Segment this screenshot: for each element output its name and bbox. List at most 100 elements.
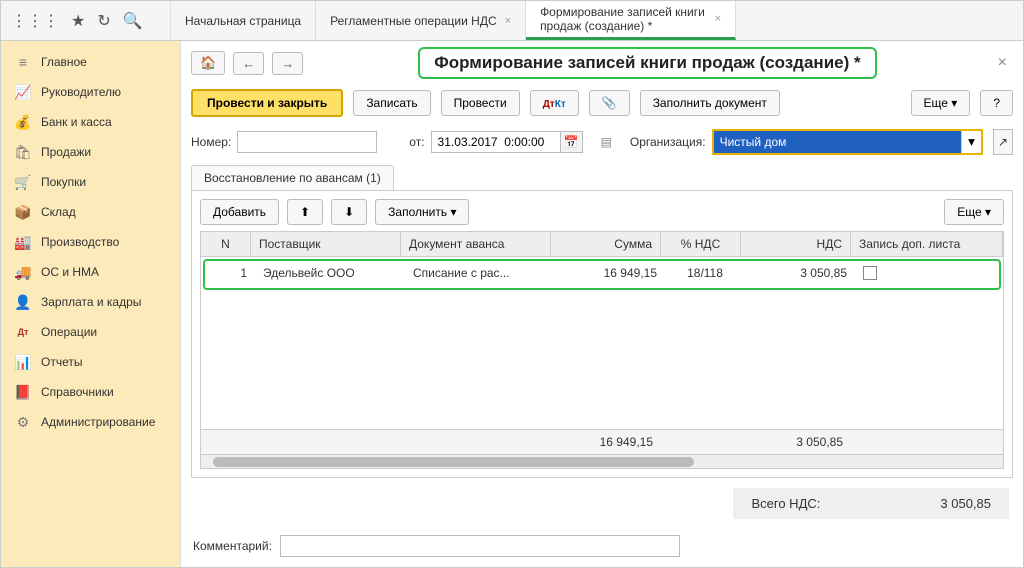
tab-sales-book[interactable]: Формирование записей книги продаж (созда…	[526, 1, 736, 40]
sidebar-item-label: Администрирование	[41, 415, 155, 429]
sidebar-item-sales[interactable]: 🛍Продажи	[1, 137, 180, 167]
chevron-down-icon: ▾	[985, 205, 991, 219]
col-header-nds[interactable]: НДС	[741, 232, 851, 256]
tab-label: Регламентные операции НДС	[330, 14, 497, 28]
fill-button[interactable]: Заполнить ▾	[375, 199, 469, 225]
sidebar-item-admin[interactable]: ⚙ Администрирование	[1, 407, 180, 437]
history-icon[interactable]: ↻	[97, 11, 110, 31]
money-icon: 💰	[15, 114, 31, 130]
col-header-doc[interactable]: Документ аванса	[401, 232, 551, 256]
tab-start[interactable]: Начальная страница	[171, 1, 316, 40]
comment-label: Комментарий:	[193, 539, 272, 553]
sidebar-item-production[interactable]: 🏭Производство	[1, 227, 180, 257]
number-label: Номер:	[191, 135, 231, 149]
date-input[interactable]	[431, 131, 561, 153]
back-button[interactable]: ←	[233, 52, 264, 75]
sidebar-item-label: Руководителю	[41, 85, 121, 99]
sidebar-item-main[interactable]: ≡ Главное	[1, 47, 180, 77]
sidebar-item-label: Покупки	[41, 175, 86, 189]
fill-document-button[interactable]: Заполнить документ	[640, 90, 780, 116]
col-header-sum[interactable]: Сумма	[551, 232, 661, 256]
sidebar-item-label: Продажи	[41, 145, 91, 159]
grid-menu-icon[interactable]: ⋮⋮⋮	[11, 11, 59, 31]
bars-icon: 📊	[15, 354, 31, 370]
add-row-button[interactable]: Добавить	[200, 199, 279, 225]
sidebar-item-assets[interactable]: 🚚 ОС и НМА	[1, 257, 180, 287]
summary-label: Всего НДС:	[751, 496, 820, 511]
horizontal-scrollbar[interactable]	[201, 454, 1003, 468]
calendar-icon[interactable]: 📅	[561, 131, 583, 153]
organization-input[interactable]	[714, 131, 961, 153]
sidebar-item-label: Операции	[41, 325, 97, 339]
chart-icon: 📈	[15, 84, 31, 100]
cell-doc: Списание с рас...	[405, 261, 555, 288]
dropdown-button[interactable]: ▾	[961, 131, 981, 153]
close-page-button[interactable]: ×	[992, 54, 1013, 72]
tab-label: Формирование записей книги продаж (созда…	[540, 5, 707, 33]
organization-field[interactable]: ▾	[712, 129, 983, 155]
sidebar-item-label: Банк и касса	[41, 115, 112, 129]
footer-nds: 3 050,85	[741, 430, 851, 454]
sidebar-item-label: Отчеты	[41, 355, 82, 369]
sidebar-item-bank[interactable]: 💰 Банк и касса	[1, 107, 180, 137]
col-header-supplier[interactable]: Поставщик	[251, 232, 401, 256]
chevron-down-icon: ▾	[951, 96, 957, 110]
favorite-icon[interactable]: ★	[71, 11, 85, 31]
footer-sum: 16 949,15	[551, 430, 661, 454]
truck-icon: 🚚	[15, 264, 31, 280]
subtab-advances[interactable]: Восстановление по авансам (1)	[191, 165, 394, 190]
dtkt-button[interactable]: ДтКт	[530, 90, 579, 116]
sidebar-item-catalogs[interactable]: 📕Справочники	[1, 377, 180, 407]
cell-sum: 16 949,15	[555, 261, 665, 288]
more-button[interactable]: Еще ▾	[911, 90, 971, 116]
close-icon[interactable]: ×	[715, 13, 721, 25]
sidebar-item-salary[interactable]: 👤 Зарплата и кадры	[1, 287, 180, 317]
sidebar-item-reports[interactable]: 📊 Отчеты	[1, 347, 180, 377]
forward-button[interactable]: →	[272, 52, 303, 75]
chevron-down-icon: ▾	[450, 205, 456, 219]
post-and-close-button[interactable]: Провести и закрыть	[191, 89, 343, 117]
close-icon[interactable]: ×	[505, 15, 511, 27]
tab-vat-ops[interactable]: Регламентные операции НДС ×	[316, 1, 526, 40]
search-icon[interactable]: 🔍	[123, 11, 143, 31]
comment-input[interactable]	[280, 535, 680, 557]
cell-nds: 3 050,85	[745, 261, 855, 288]
checkbox[interactable]	[863, 266, 877, 280]
sidebar-item-label: Главное	[41, 55, 87, 69]
table-row[interactable]: 1 Эдельвейс ООО Списание с рас... 16 949…	[203, 259, 1001, 290]
post-button[interactable]: Провести	[441, 90, 520, 116]
person-icon: 👤	[15, 294, 31, 310]
sidebar-item-label: ОС и НМА	[41, 265, 99, 279]
sidebar-item-warehouse[interactable]: 📦Склад	[1, 197, 180, 227]
col-header-vatrate[interactable]: % НДС	[661, 232, 741, 256]
dtkt-icon: Дт	[15, 324, 31, 340]
cell-vatrate: 18/118	[665, 261, 745, 288]
list-icon: ≡	[15, 54, 31, 70]
move-up-button[interactable]: ⬆	[287, 199, 323, 225]
help-button[interactable]: ?	[980, 90, 1013, 116]
save-button[interactable]: Записать	[353, 90, 430, 116]
sidebar-item-manager[interactable]: 📈 Руководителю	[1, 77, 180, 107]
col-header-record[interactable]: Запись доп. листа	[851, 232, 1003, 256]
sidebar-item-purchases[interactable]: 🛒 Покупки	[1, 167, 180, 197]
sidebar-item-label: Зарплата и кадры	[41, 295, 141, 309]
cell-supplier: Эдельвейс ООО	[255, 261, 405, 288]
box-icon: 📦	[15, 204, 31, 220]
home-button[interactable]: 🏠	[191, 51, 225, 75]
cell-record[interactable]	[855, 261, 999, 288]
panel-more-button[interactable]: Еще ▾	[944, 199, 1004, 225]
attach-button[interactable]: 📎	[589, 90, 630, 116]
navigation-sidebar: ≡ Главное 📈 Руководителю 💰 Банк и касса 🛍Пр…	[1, 41, 181, 567]
move-down-button[interactable]: ⬇	[331, 199, 367, 225]
sidebar-item-label: Справочники	[41, 385, 114, 399]
cell-n: 1	[205, 261, 255, 288]
document-tabs: Начальная страница Регламентные операции…	[171, 1, 1023, 40]
sidebar-item-operations[interactable]: Дт Операции	[1, 317, 180, 347]
col-header-n[interactable]: N	[201, 232, 251, 256]
org-label: Организация:	[630, 135, 706, 149]
gear-icon: ⚙	[15, 414, 31, 430]
open-reference-button[interactable]: ↗	[993, 129, 1013, 155]
cart-icon: 🛒	[15, 174, 31, 190]
number-input[interactable]	[237, 131, 377, 153]
advances-grid: N Поставщик Документ аванса Сумма % НДС …	[200, 231, 1004, 469]
